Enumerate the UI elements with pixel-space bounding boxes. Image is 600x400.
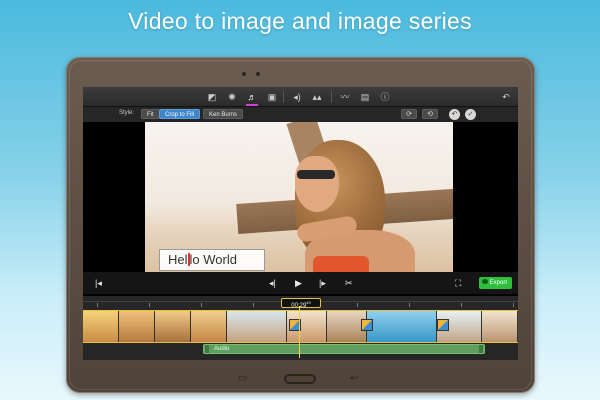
fullscreen-icon[interactable]: ⛶ (455, 277, 461, 289)
recent-apps-icon[interactable]: ▭ (238, 373, 247, 384)
split-clip-icon[interactable]: ✂ (345, 277, 353, 289)
adjust-icon[interactable]: ♬ (246, 91, 258, 106)
ruler-tick (461, 303, 462, 307)
previous-frame-icon[interactable]: ◂| (269, 277, 276, 289)
text-overlay-field[interactable]: Hel lo World (159, 249, 265, 271)
style-ken-burns-button[interactable]: Ken Burns (203, 109, 244, 119)
audio-trim-handle-right[interactable] (479, 345, 483, 353)
style-bar: Style: Fit Crop to Fill Ken Burns ⟳ ⟲ ↶ … (83, 107, 518, 122)
crop-icon[interactable]: ◩ (206, 91, 218, 103)
style-label: Style: (119, 110, 135, 116)
toolbar-divider (283, 91, 284, 103)
clip-filter-icon[interactable]: ▤ (359, 91, 371, 103)
export-label: Export (489, 280, 507, 286)
ruler-tick (253, 303, 254, 307)
playhead[interactable] (299, 306, 300, 358)
timeline[interactable]: 00:2949 Audio (83, 296, 518, 360)
transition-icon[interactable] (437, 319, 449, 331)
equalizer-icon[interactable]: ▴▴ (311, 91, 323, 103)
undo-small-icon[interactable]: ↶ (449, 109, 460, 120)
ruler-tick (513, 303, 514, 307)
clip-thumbnail (482, 311, 518, 342)
info-icon[interactable]: ⓘ (379, 91, 391, 103)
audio-track[interactable]: Audio (203, 344, 485, 354)
tablet-frame: ◩ ✺ ♬ ▣ ◂) ▴▴ 〰 ▤ ⓘ ↶ Style: Fit Crop to… (66, 57, 535, 393)
ruler-tick (357, 303, 358, 307)
volume-icon[interactable]: ◂) (291, 91, 303, 103)
video-viewer: Hel lo World (83, 122, 518, 297)
style-crop-to-fill-button[interactable]: Crop to Fill (159, 109, 201, 119)
ruler-tick (409, 303, 410, 307)
style-fit-button[interactable]: Fit (141, 109, 160, 119)
clip-thumbnail (119, 311, 155, 342)
clip-thumbnail (191, 311, 227, 342)
ruler-tick (97, 303, 98, 307)
skip-to-start-icon[interactable]: |◂ (95, 277, 102, 289)
ruler-tick (149, 303, 150, 307)
timecode-frames: 49 (306, 300, 311, 305)
video-clip-strip[interactable] (83, 310, 518, 343)
woman-face (295, 156, 339, 212)
clip-thumbnail (83, 311, 119, 342)
clip-thumbnail (155, 311, 191, 342)
play-icon[interactable]: ▶ (295, 277, 302, 289)
rotate-left-button[interactable]: ⟲ (422, 109, 438, 119)
audio-trim-handle-left[interactable] (205, 345, 209, 353)
front-camera (242, 72, 246, 76)
audio-label: Audio (214, 346, 230, 352)
confirm-check-icon[interactable]: ✓ (465, 109, 476, 120)
speed-icon[interactable]: 〰 (339, 91, 351, 103)
export-button[interactable]: Export (478, 277, 512, 289)
clip-thumbnail (367, 311, 437, 342)
undo-icon[interactable]: ↶ (500, 91, 512, 103)
clip-thumbnail (227, 311, 287, 342)
color-icon[interactable]: ✺ (226, 91, 238, 103)
transition-icon[interactable] (361, 319, 373, 331)
headline: Video to image and image series (128, 8, 472, 34)
overlay-text-after: lo World (189, 252, 237, 267)
current-timecode: 00:2949 (281, 298, 321, 309)
rotate-right-button[interactable]: ⟳ (401, 109, 417, 119)
ruler-tick (201, 303, 202, 307)
overlay-text-before: Hel (168, 252, 188, 267)
back-icon[interactable]: ↩ (350, 373, 358, 384)
light-sensor (256, 72, 260, 76)
playback-bar: |◂ ◂| ▶ |▸ ✂ ⛶ Export (83, 272, 518, 294)
next-frame-icon[interactable]: |▸ (319, 277, 326, 289)
app-screen: ◩ ✺ ♬ ▣ ◂) ▴▴ 〰 ▤ ⓘ ↶ Style: Fit Crop to… (83, 87, 518, 360)
editor-toolbar: ◩ ✺ ♬ ▣ ◂) ▴▴ 〰 ▤ ⓘ ↶ (83, 87, 518, 107)
toolbar-divider (331, 91, 332, 103)
sunglasses (297, 170, 335, 179)
stabilize-icon[interactable]: ▣ (266, 91, 278, 103)
export-eye-icon (481, 279, 488, 284)
home-button[interactable] (284, 374, 316, 384)
